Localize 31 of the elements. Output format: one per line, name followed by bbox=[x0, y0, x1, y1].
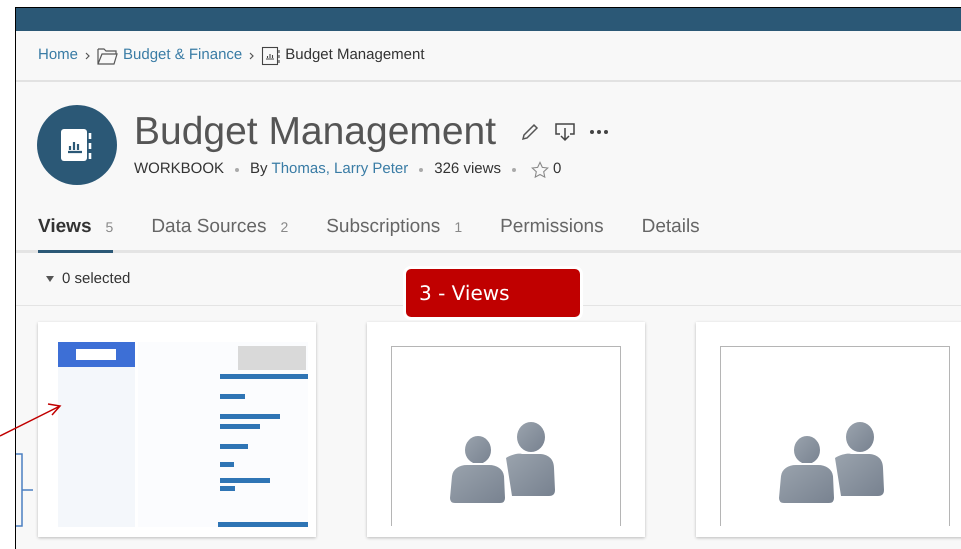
tab-count: 5 bbox=[106, 218, 114, 237]
owner-link[interactable]: Thomas, Larry Peter bbox=[272, 158, 408, 181]
workbook-type: WORKBOOK bbox=[134, 159, 224, 180]
breadcrumb-link[interactable]: Home bbox=[38, 44, 78, 67]
favorite-count: 0 bbox=[552, 159, 562, 180]
workbook-title: Budget Management bbox=[134, 109, 496, 156]
callout-label: 3 - Views bbox=[403, 266, 583, 320]
tab[interactable]: Subscriptions 1 bbox=[326, 205, 462, 253]
pencil-icon[interactable] bbox=[520, 122, 540, 142]
tab[interactable]: Data Sources 2 bbox=[151, 205, 288, 253]
folder-icon bbox=[97, 46, 120, 64]
caret-icon bbox=[46, 276, 54, 282]
tab-count: 2 bbox=[280, 218, 288, 237]
breadcrumb-link[interactable]: Budget & Finance bbox=[123, 44, 242, 67]
view-count: 326 views bbox=[434, 159, 501, 180]
star-icon[interactable] bbox=[530, 160, 549, 178]
tab[interactable]: Views 5 bbox=[38, 205, 114, 253]
view-card[interactable] bbox=[38, 322, 316, 537]
view-card[interactable] bbox=[696, 322, 961, 537]
selection-dropdown[interactable]: 0 selected bbox=[46, 268, 130, 290]
tab[interactable]: Details bbox=[642, 205, 700, 253]
more-icon[interactable] bbox=[590, 130, 608, 134]
breadcrumb-current: Budget Management bbox=[285, 45, 425, 66]
tab[interactable]: Permissions bbox=[500, 205, 604, 253]
view-card[interactable] bbox=[367, 322, 645, 537]
download-icon[interactable] bbox=[554, 122, 576, 142]
chevron-icon bbox=[249, 52, 254, 60]
workbook-icon bbox=[261, 46, 282, 66]
owner-prefix: By bbox=[250, 159, 268, 180]
chevron-icon bbox=[85, 52, 90, 60]
tab-count: 1 bbox=[454, 218, 462, 237]
